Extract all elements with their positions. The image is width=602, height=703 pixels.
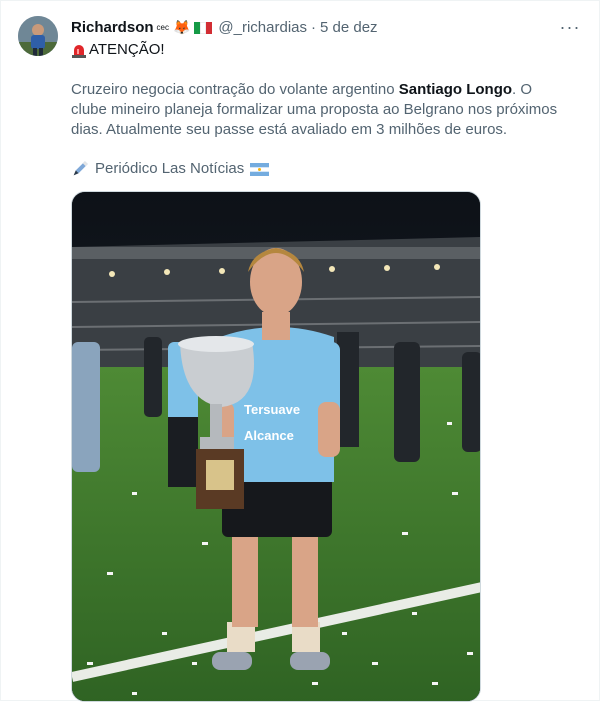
tweet-source: Periódico Las Notícias — [71, 159, 270, 179]
tweet-header: Richardson cec 🦊 @_richardias · 5 de dez — [71, 17, 378, 37]
separator-dot: · — [311, 18, 316, 36]
tweet-body-player-name: Santiago Longo — [398, 81, 513, 98]
tweet-media[interactable]: Tersuave Alcance — [71, 191, 481, 702]
italy-flag-icon — [194, 21, 213, 34]
media-photo: Tersuave Alcance — [72, 192, 480, 701]
siren-icon — [72, 45, 86, 58]
alert-text: ATENÇÃO! — [89, 41, 165, 58]
avatar[interactable] — [18, 16, 58, 56]
author-name[interactable]: Richardson — [71, 19, 154, 36]
jersey-sponsor-1: Tersuave — [244, 402, 300, 417]
argentina-flag-icon — [250, 162, 270, 176]
tweet-body: Cruzeiro negocia contração do volante ar… — [71, 80, 571, 140]
tweet-card: Richardson cec 🦊 @_richardias · 5 de dez… — [0, 0, 600, 702]
fox-emoji-icon: 🦊 — [172, 18, 191, 35]
pen-icon — [73, 161, 88, 176]
jersey-sponsor-2: Alcance — [244, 428, 294, 443]
tweet-date[interactable]: 5 de dez — [320, 19, 378, 36]
source-text: Periódico Las Notícias — [95, 160, 245, 177]
more-options-button[interactable]: ··· — [559, 17, 581, 37]
tweet-body-part1: Cruzeiro negocia contração do volante ar… — [71, 81, 399, 98]
alert-line: ATENÇÃO! — [71, 40, 165, 60]
more-horizontal-icon: ··· — [559, 16, 581, 37]
author-handle[interactable]: @_richardias — [218, 19, 307, 36]
author-name-badge: cec — [156, 22, 169, 32]
